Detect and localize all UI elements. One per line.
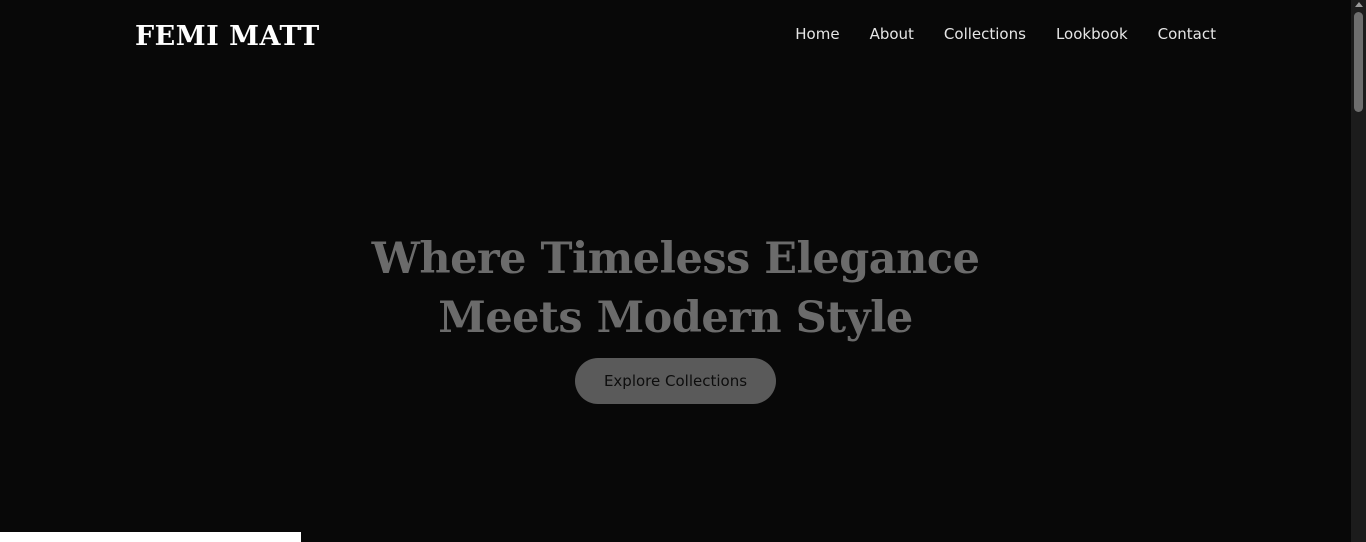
- vertical-scrollbar[interactable]: [1351, 0, 1366, 542]
- nav-link-home[interactable]: Home: [795, 24, 839, 44]
- bottom-widget: [0, 532, 301, 542]
- hero-title: Where Timeless Elegance Meets Modern Sty…: [371, 234, 980, 343]
- nav-link-about[interactable]: About: [870, 24, 914, 44]
- nav-link-collections[interactable]: Collections: [944, 24, 1026, 44]
- nav-link-lookbook[interactable]: Lookbook: [1056, 24, 1128, 44]
- hero-section: Where Timeless Elegance Meets Modern Sty…: [0, 230, 1351, 404]
- explore-collections-button[interactable]: Explore Collections: [575, 358, 776, 404]
- scrollbar-thumb[interactable]: [1354, 12, 1363, 112]
- chevron-up-icon[interactable]: [1355, 2, 1363, 7]
- brand-logo[interactable]: FEMI MATT: [135, 19, 320, 55]
- page: FEMI MATT Home About Collections Lookboo…: [0, 0, 1366, 542]
- nav-menu: Home About Collections Lookbook Contact: [795, 24, 1216, 44]
- nav-link-contact[interactable]: Contact: [1158, 24, 1216, 44]
- navbar: FEMI MATT Home About Collections Lookboo…: [0, 0, 1351, 70]
- widget-edge: [226, 538, 286, 542]
